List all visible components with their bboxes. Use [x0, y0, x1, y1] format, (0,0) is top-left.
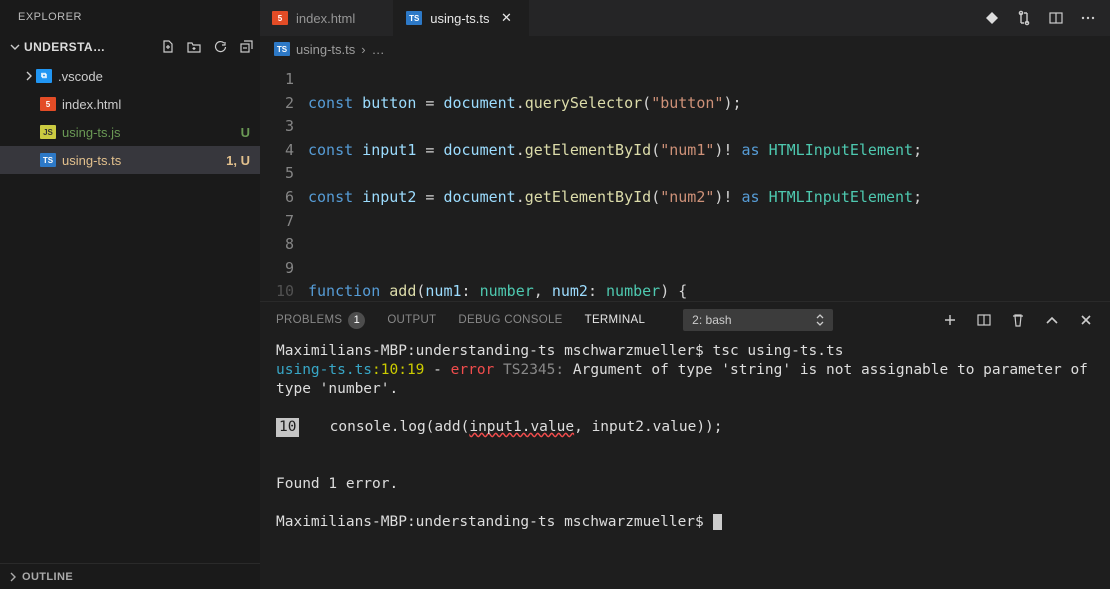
more-actions-icon[interactable]: [1080, 10, 1096, 26]
tab-using-ts-ts[interactable]: TS using-ts.ts ✕: [394, 0, 528, 36]
error-line-number: 10: [276, 418, 299, 437]
terminal-command: tsc using-ts.ts: [713, 343, 844, 359]
error-summary: Found 1 error.: [276, 476, 398, 492]
file-tree: ⧉ .vscode 5 index.html JS using-ts.js U …: [0, 60, 260, 174]
tab-problems[interactable]: PROBLEMS 1: [276, 312, 365, 329]
tree-file-using-ts-ts[interactable]: TS using-ts.ts 1, U: [0, 146, 260, 174]
js-file-icon: JS: [40, 125, 56, 139]
terminal-prompt: Maximilians-MBP:understanding-ts mschwar…: [276, 343, 713, 359]
close-icon[interactable]: ✕: [498, 10, 516, 26]
gutter: 123 456 789 10: [260, 62, 308, 301]
chevron-right-icon: [8, 572, 18, 582]
outline-label: OUTLINE: [18, 571, 73, 583]
html-file-icon: 5: [40, 97, 56, 111]
terminal-name: 2: bash: [692, 313, 731, 327]
tree-folder-vscode[interactable]: ⧉ .vscode: [0, 62, 260, 90]
breadcrumb-file: using-ts.ts: [296, 42, 355, 57]
maximize-panel-icon[interactable]: [1044, 312, 1060, 328]
problems-count-badge: 1: [348, 312, 365, 329]
breadcrumb-tail: …: [372, 42, 385, 57]
tree-file-index-html[interactable]: 5 index.html: [0, 90, 260, 118]
ts-file-icon: TS: [406, 11, 422, 25]
breadcrumb[interactable]: TS using-ts.ts › …: [260, 36, 1110, 62]
breadcrumb-separator: ›: [361, 42, 365, 57]
file-name: .vscode: [58, 69, 250, 84]
terminal-selector[interactable]: 2: bash: [683, 309, 833, 331]
editor-group: 5 index.html ✕ TS using-ts.ts ✕ TS using…: [260, 0, 1110, 589]
workspace-name: UNDERSTA…: [22, 40, 105, 54]
tree-file-using-ts-js[interactable]: JS using-ts.js U: [0, 118, 260, 146]
explorer-title: EXPLORER: [0, 0, 260, 34]
terminal-output[interactable]: Maximilians-MBP:understanding-ts mschwar…: [260, 338, 1110, 589]
chevron-updown-icon: [816, 314, 824, 326]
error-location: :10:19: [372, 362, 424, 378]
error-label: error: [451, 362, 495, 378]
kill-terminal-icon[interactable]: [1010, 312, 1026, 328]
error-file: using-ts.ts: [276, 362, 372, 378]
chevron-right-icon: [22, 71, 36, 81]
panel-tabs: PROBLEMS 1 OUTPUT DEBUG CONSOLE TERMINAL…: [260, 302, 1110, 338]
file-name: using-ts.ts: [62, 153, 226, 168]
close-panel-icon[interactable]: [1078, 312, 1094, 328]
new-folder-icon[interactable]: [186, 39, 202, 55]
workspace-root[interactable]: UNDERSTA…: [0, 34, 260, 60]
vscode-folder-icon: ⧉: [36, 69, 52, 83]
tab-label: index.html: [296, 11, 355, 26]
split-editor-icon[interactable]: [1048, 10, 1064, 26]
new-terminal-icon[interactable]: [942, 312, 958, 328]
git-status: 1, U: [226, 153, 250, 168]
chevron-down-icon: [8, 42, 22, 52]
git-status: U: [241, 125, 250, 140]
new-file-icon[interactable]: [160, 39, 176, 55]
ts-file-icon: TS: [274, 42, 290, 56]
outline-section[interactable]: OUTLINE: [0, 563, 260, 589]
tab-terminal[interactable]: TERMINAL: [585, 314, 646, 326]
code-content: const button = document.querySelector("b…: [308, 62, 1110, 301]
terminal-prompt: Maximilians-MBP:understanding-ts mschwar…: [276, 514, 713, 530]
refresh-icon[interactable]: [212, 39, 228, 55]
bottom-panel: PROBLEMS 1 OUTPUT DEBUG CONSOLE TERMINAL…: [260, 301, 1110, 589]
tab-output[interactable]: OUTPUT: [387, 314, 436, 326]
html-file-icon: 5: [272, 11, 288, 25]
tab-bar: 5 index.html ✕ TS using-ts.ts ✕: [260, 0, 1110, 36]
tab-debug-console[interactable]: DEBUG CONSOLE: [458, 314, 562, 326]
file-name: using-ts.js: [62, 125, 241, 140]
explorer-sidebar: EXPLORER UNDERSTA… ⧉ .vscode 5 index.htm…: [0, 0, 260, 589]
split-terminal-icon[interactable]: [976, 312, 992, 328]
collapse-all-icon[interactable]: [238, 39, 254, 55]
terminal-cursor: [713, 514, 722, 530]
ts-file-icon: TS: [40, 153, 56, 167]
error-squiggle: input1.value: [469, 419, 574, 435]
code-editor[interactable]: 123 456 789 10 const button = document.q…: [260, 62, 1110, 301]
tab-index-html[interactable]: 5 index.html ✕: [260, 0, 394, 36]
tab-label: using-ts.ts: [430, 11, 489, 26]
file-name: index.html: [62, 97, 250, 112]
compare-changes-icon[interactable]: [1016, 10, 1032, 26]
diamond-icon[interactable]: [984, 10, 1000, 26]
error-code: TS2345:: [494, 362, 573, 378]
